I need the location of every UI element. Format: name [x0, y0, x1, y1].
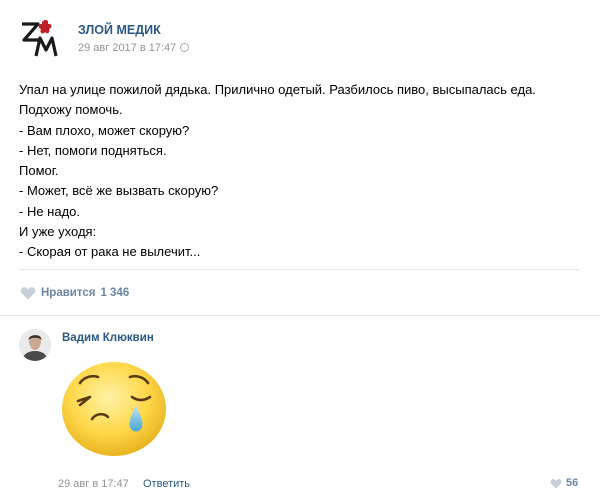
post-line: - Может, всё же вызвать скорую? [19, 183, 219, 199]
clock-icon [180, 43, 190, 52]
heart-icon [550, 478, 562, 488]
like-count[interactable]: 1 346 [100, 287, 129, 299]
comment-date[interactable]: 29 авг в 17:47 [58, 478, 129, 490]
comment-like-button[interactable]: 56 [550, 477, 578, 489]
post-line: - Не надо. [19, 203, 81, 219]
avatar[interactable] [19, 329, 51, 361]
post-divider [19, 269, 580, 270]
like-label[interactable]: Нравится [41, 287, 95, 299]
post-line: - Вам плохо, может скорую? [19, 122, 190, 138]
post-author-name[interactable]: ЗЛОЙ МЕДИК [78, 23, 161, 37]
like-button[interactable]: Нравится 1 346 [20, 285, 129, 301]
zm-logo-icon[interactable] [18, 16, 62, 60]
post-line: - Скорая от рака не вылечит... [19, 244, 201, 260]
crying-emoji-sticker [62, 362, 166, 456]
post-date-text[interactable]: 29 авг 2017 в 17:47 [78, 42, 176, 54]
post-line: И уже уходя: [19, 224, 97, 240]
person-avatar-icon [19, 329, 51, 361]
comment-like-count[interactable]: 56 [566, 477, 578, 489]
post-date[interactable]: 29 авг 2017 в 17:47 [78, 42, 190, 54]
reply-button[interactable]: Ответить [143, 478, 190, 490]
post-line: Помог. [19, 163, 59, 179]
post-line: - Нет, помоги подняться. [19, 142, 167, 158]
post-line: Упал на улице пожилой дядька. Прилично о… [19, 82, 536, 97]
comments-divider [0, 315, 600, 316]
comment-author-name[interactable]: Вадим Клюквин [62, 332, 154, 344]
post-text: Упал на улице пожилой дядька. Прилично о… [19, 80, 589, 263]
post-line: Подхожу помочь. [19, 102, 123, 118]
heart-icon [20, 287, 36, 300]
